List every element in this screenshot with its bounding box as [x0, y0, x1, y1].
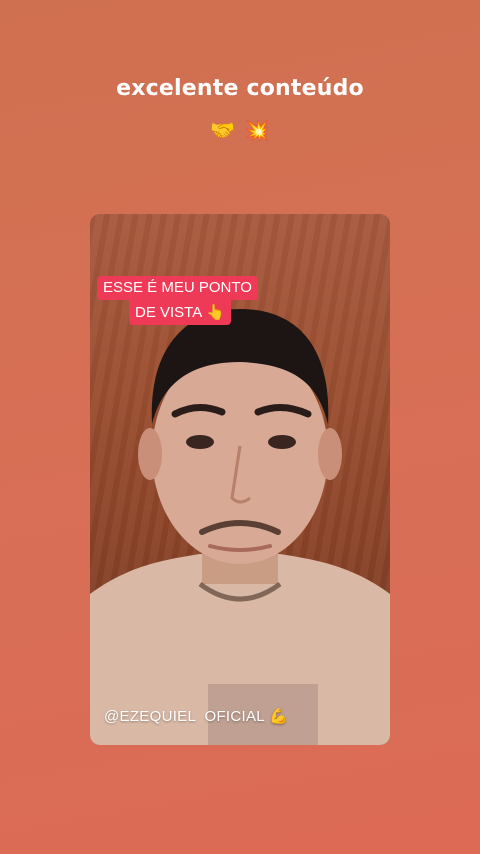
caption-emoji-row: 🤝 💥 [0, 118, 480, 143]
shared-video[interactable]: ESSE É MEU PONTO DE VISTA 👆 @EZEQUIEL OFI… [90, 214, 390, 745]
flexed-arm-icon: 💪 [268, 707, 288, 725]
person-left-eye [186, 435, 214, 449]
point-up-icon: 👆 [206, 303, 225, 321]
person-right-ear [318, 428, 342, 480]
overlay-label-line-1: ESSE É MEU PONTO [97, 276, 258, 300]
person-left-ear [138, 428, 162, 480]
handshake-icon: 🤝 [210, 118, 236, 142]
overlay-label-text-2: DE VISTA [135, 304, 203, 321]
person-right-eye [268, 435, 296, 449]
username-text: @EZEQUIEL OFICIAL [104, 708, 265, 725]
username-tag[interactable]: @EZEQUIEL OFICIAL 💪 [104, 707, 288, 725]
overlay-label-text-1: ESSE É MEU PONTO [103, 279, 252, 296]
story-caption: excelente conteúdo [116, 76, 364, 101]
collision-icon: 💥 [244, 118, 270, 142]
overlay-label-line-2: DE VISTA 👆 [129, 300, 231, 325]
